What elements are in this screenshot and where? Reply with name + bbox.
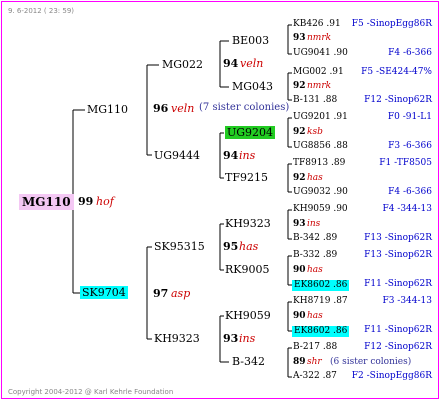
pedigree-frame: { "date_label": "9. 6-2012 ( 23: 59)", "… [1, 1, 439, 399]
gen4-tag: has [307, 173, 323, 183]
gen4-tag: ins [307, 219, 321, 229]
root-year: 99 [78, 195, 94, 208]
gen5-right: F13 -Sinop62R [364, 233, 432, 243]
gen5-right: F3 -6-366 [388, 141, 432, 151]
gen4-tag: ksb [307, 127, 323, 137]
gen5-right: F5 -SE424-47% [361, 67, 432, 77]
copyright: Copyright 2004-2012 @ Karl Kehrle Founda… [8, 388, 174, 396]
gen5-right: F11 -Sinop62R [364, 279, 432, 289]
gen5-name[interactable]: UG9032 .90 [293, 188, 348, 197]
gen5-right: F13 -Sinop62R [364, 250, 432, 260]
gen5-right: F4 -344-13 [382, 204, 432, 214]
gen5-name[interactable]: UG9201 .91 [293, 113, 348, 122]
gen3-mg022-year: 94 [223, 57, 239, 70]
gen4-name[interactable]: RK9005 [225, 264, 270, 275]
gen4-year: 92 [293, 81, 306, 91]
gen4-tag: nmrk [307, 81, 332, 91]
gen5-name[interactable]: A-322 .87 [293, 372, 337, 381]
gen3-kh9323-year: 93 [223, 332, 239, 345]
dam-name[interactable]: SK9704 [80, 286, 128, 299]
gen5-name[interactable]: MG002 .91 [293, 68, 344, 77]
gen3-kh9323-name[interactable]: KH9323 [154, 333, 200, 344]
dam-tag: asp [171, 287, 191, 300]
sire-tag: veln [171, 102, 195, 115]
gen3-ug9444-tag: ins [239, 149, 256, 162]
gen4-name[interactable]: BE003 [232, 35, 269, 46]
gen5-right: F5 -SinopEgg86R [351, 19, 432, 29]
gen5-right: F2 -SinopEgg86R [351, 371, 432, 381]
gen4-name[interactable]: MG043 [232, 81, 273, 92]
gen4-year: 93 [293, 33, 306, 43]
gen4-year: 92 [293, 127, 306, 137]
gen4-name[interactable]: KH9323 [225, 218, 271, 229]
gen3-mg022-name[interactable]: MG022 [162, 59, 203, 70]
sire-year: 96 [153, 102, 169, 115]
gen5-name[interactable]: UG9041 .90 [293, 49, 348, 58]
sire-note: (7 sister colonies) [199, 102, 290, 113]
gen5-right: F0 -91-L1 [387, 112, 432, 122]
gen5-name[interactable]: EK8602 .86 [292, 280, 350, 291]
gen4-year: 90 [293, 311, 306, 321]
gen4-name[interactable]: KH9059 [225, 310, 271, 321]
gen4-name[interactable]: TF9215 [225, 172, 268, 183]
gen5-name[interactable]: KH8719 .87 [293, 297, 348, 306]
gen5-name[interactable]: B-217 .88 [293, 343, 337, 352]
gen5-name[interactable]: B-342 .89 [293, 234, 337, 243]
gen5-name[interactable]: TF8913 .89 [293, 159, 345, 168]
gen5-name[interactable]: KB426 .91 [293, 20, 341, 29]
gen4-name[interactable]: UG9204 [225, 126, 276, 139]
gen3-ug9444-name[interactable]: UG9444 [154, 150, 200, 161]
root-tag: hof [96, 195, 114, 208]
gen3-ug9444-year: 94 [223, 149, 239, 162]
gen5-name[interactable]: KH9059 .90 [293, 205, 348, 214]
gen3-sk95315-tag: has [239, 240, 259, 253]
gen3-kh9323-tag: ins [239, 332, 256, 345]
gen4-note: (6 sister colonies) [330, 357, 412, 367]
sire-name[interactable]: MG110 [87, 104, 128, 115]
gen4-year: 90 [293, 265, 306, 275]
gen5-right: F4 -6-366 [388, 187, 432, 197]
gen4-year: 89 [293, 357, 306, 367]
gen4-tag: has [307, 265, 323, 275]
gen3-mg022-tag: veln [240, 57, 264, 70]
gen4-tag: shr [307, 357, 322, 367]
gen5-right: F11 -Sinop62R [364, 325, 432, 335]
dam-year: 97 [153, 287, 169, 300]
gen5-right: F4 -6-366 [388, 48, 432, 58]
gen5-right: F3 -344-13 [382, 296, 432, 306]
gen5-name[interactable]: EK8602 .86 [292, 326, 350, 337]
gen5-name[interactable]: B-332 .89 [293, 251, 337, 260]
gen5-name[interactable]: UG8856 .88 [293, 142, 348, 151]
root-name[interactable]: MG110 [19, 194, 74, 210]
gen4-name[interactable]: B-342 [232, 356, 265, 367]
gen4-tag: nmrk [307, 33, 332, 43]
gen5-right: F12 -Sinop62R [364, 342, 432, 352]
gen5-right: F1 -TF8505 [379, 158, 432, 168]
gen4-year: 93 [293, 219, 306, 229]
gen5-right: F12 -Sinop62R [364, 95, 432, 105]
gen3-sk95315-year: 95 [223, 240, 239, 253]
gen3-sk95315-name[interactable]: SK95315 [154, 241, 205, 252]
gen5-name[interactable]: B-131 .88 [293, 96, 337, 105]
gen4-tag: has [307, 311, 323, 321]
gen4-year: 92 [293, 173, 306, 183]
